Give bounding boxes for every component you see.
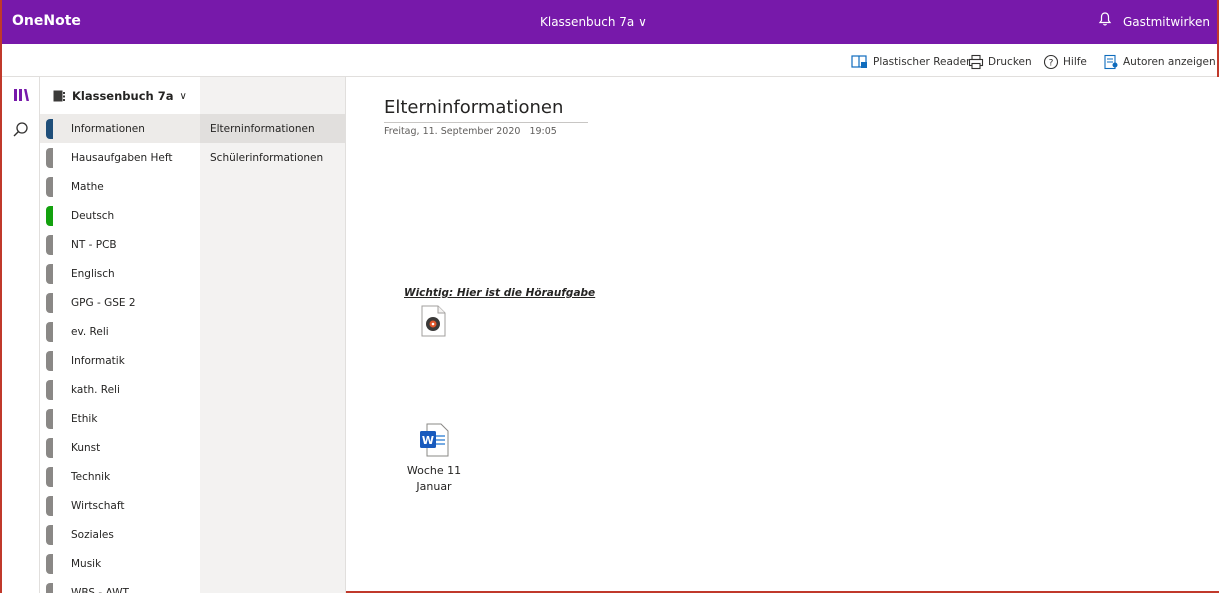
navigation-rail [2, 77, 40, 593]
page-timestamp: Freitag, 11. September 2020 19:05 [384, 126, 557, 137]
notebook-name: Klassenbuch 7a [72, 89, 174, 103]
section-item[interactable]: Musik [40, 549, 200, 578]
section-color-tab [46, 206, 53, 226]
section-item[interactable]: Technik [40, 462, 200, 491]
section-color-tab [46, 264, 53, 284]
section-item[interactable]: Deutsch [40, 201, 200, 230]
printer-icon [968, 54, 984, 70]
sections-panel: Klassenbuch 7a ∨ Informationen Hausaufgab… [40, 77, 200, 593]
page-date: Freitag, 11. September 2020 [384, 126, 521, 137]
section-item[interactable]: Englisch [40, 259, 200, 288]
bell-icon[interactable] [1098, 11, 1112, 27]
section-label: NT - PCB [71, 238, 117, 251]
section-label: Technik [71, 470, 111, 483]
section-item[interactable]: Informationen [40, 114, 200, 143]
word-document-icon: W [420, 423, 449, 457]
section-color-tab [46, 177, 53, 197]
section-color-tab [46, 380, 53, 400]
onenote-app: OneNote Klassenbuch 7a ∨ Gastmitwirken P… [0, 0, 1219, 593]
page-item[interactable]: Elterninformationen [200, 114, 346, 143]
section-label: kath. Reli [71, 383, 120, 396]
section-color-tab [46, 525, 53, 545]
immersive-reader-label: Plastischer Reader [873, 56, 971, 68]
section-label: Wirtschaft [71, 499, 125, 512]
help-icon: ? [1043, 54, 1059, 70]
section-color-tab [46, 496, 53, 516]
section-label: Hausaufgaben Heft [71, 151, 173, 164]
section-color-tab [46, 409, 53, 429]
section-item[interactable]: Hausaufgaben Heft [40, 143, 200, 172]
section-color-tab [46, 438, 53, 458]
section-label: Ethik [71, 412, 98, 425]
notebook-icon [53, 90, 65, 102]
section-color-tab [46, 119, 53, 139]
immersive-reader-button[interactable]: Plastischer Reader [851, 53, 970, 71]
section-item[interactable]: GPG - GSE 2 [40, 288, 200, 317]
app-name[interactable]: OneNote [12, 13, 81, 29]
page-title[interactable]: Elterninformationen [384, 97, 588, 123]
section-color-tab [46, 554, 53, 574]
section-label: Deutsch [71, 209, 115, 222]
svg-text:W: W [422, 434, 434, 447]
section-label: GPG - GSE 2 [71, 296, 136, 309]
immersive-reader-icon [851, 55, 867, 68]
section-color-tab [46, 293, 53, 313]
section-item[interactable]: NT - PCB [40, 230, 200, 259]
notebook-header[interactable]: Klassenbuch 7a ∨ [52, 85, 187, 107]
section-item[interactable]: Soziales [40, 520, 200, 549]
page-canvas[interactable]: Elterninformationen Freitag, 11. Septemb… [346, 77, 1219, 591]
help-button[interactable]: ? Hilfe [1043, 53, 1087, 71]
section-item[interactable]: ev. Reli [40, 317, 200, 346]
section-item[interactable]: Wirtschaft [40, 491, 200, 520]
ribbon: Plastischer Reader Drucken ? Hilfe Autor… [2, 44, 1217, 77]
page-item[interactable]: Schülerinformationen [200, 143, 346, 172]
print-button[interactable]: Drucken [968, 53, 1032, 71]
word-file-name: Woche 11 Januar [394, 463, 474, 495]
print-label: Drucken [988, 56, 1032, 68]
page-list: Elterninformationen Schülerinformationen [200, 114, 346, 172]
section-label: Informatik [71, 354, 125, 367]
word-file-name-line1: Woche 11 [406, 464, 462, 477]
section-color-tab [46, 322, 53, 342]
important-note[interactable]: Wichtig: Hier ist die Höraufgabe [404, 287, 595, 299]
chevron-down-icon: ∨ [179, 90, 187, 102]
section-label: Informationen [71, 122, 145, 135]
section-item[interactable]: kath. Reli [40, 375, 200, 404]
section-label: Musik [71, 557, 102, 570]
pages-panel: Elterninformationen Schülerinformationen [200, 77, 346, 593]
word-attachment[interactable]: W Woche 11 Januar [394, 423, 474, 495]
section-color-tab [46, 351, 53, 371]
section-label: Mathe [71, 180, 104, 193]
section-color-tab [46, 583, 53, 593]
section-item[interactable]: Mathe [40, 172, 200, 201]
show-authors-button[interactable]: Autoren anzeigen [1103, 53, 1216, 71]
svg-text:?: ? [1049, 59, 1054, 69]
section-item[interactable]: Kunst [40, 433, 200, 462]
section-label: Englisch [71, 267, 115, 280]
section-color-tab [46, 148, 53, 168]
word-file-name-line2: Januar [416, 480, 452, 493]
section-label: WBS - AWT [71, 586, 129, 593]
section-color-tab [46, 467, 53, 487]
section-item[interactable]: WBS - AWT [40, 578, 200, 593]
authors-icon [1104, 54, 1118, 70]
notebooks-icon[interactable] [11, 85, 31, 105]
user-name[interactable]: Gastmitwirken [1123, 15, 1210, 29]
section-label: Soziales [71, 528, 114, 541]
section-list: Informationen Hausaufgaben Heft Mathe Deuts… [40, 114, 200, 593]
show-authors-label: Autoren anzeigen [1123, 56, 1216, 68]
section-label: Kunst [71, 441, 101, 454]
section-label: ev. Reli [71, 325, 109, 338]
section-item[interactable]: Ethik [40, 404, 200, 433]
section-color-tab [46, 235, 53, 255]
notebook-switcher[interactable]: Klassenbuch 7a ∨ [540, 15, 647, 29]
audio-file-icon[interactable] [419, 305, 447, 337]
search-icon[interactable] [11, 120, 31, 140]
title-bar: OneNote Klassenbuch 7a ∨ Gastmitwirken [2, 0, 1217, 44]
page-time: 19:05 [529, 126, 557, 137]
section-item[interactable]: Informatik [40, 346, 200, 375]
help-label: Hilfe [1063, 56, 1087, 68]
